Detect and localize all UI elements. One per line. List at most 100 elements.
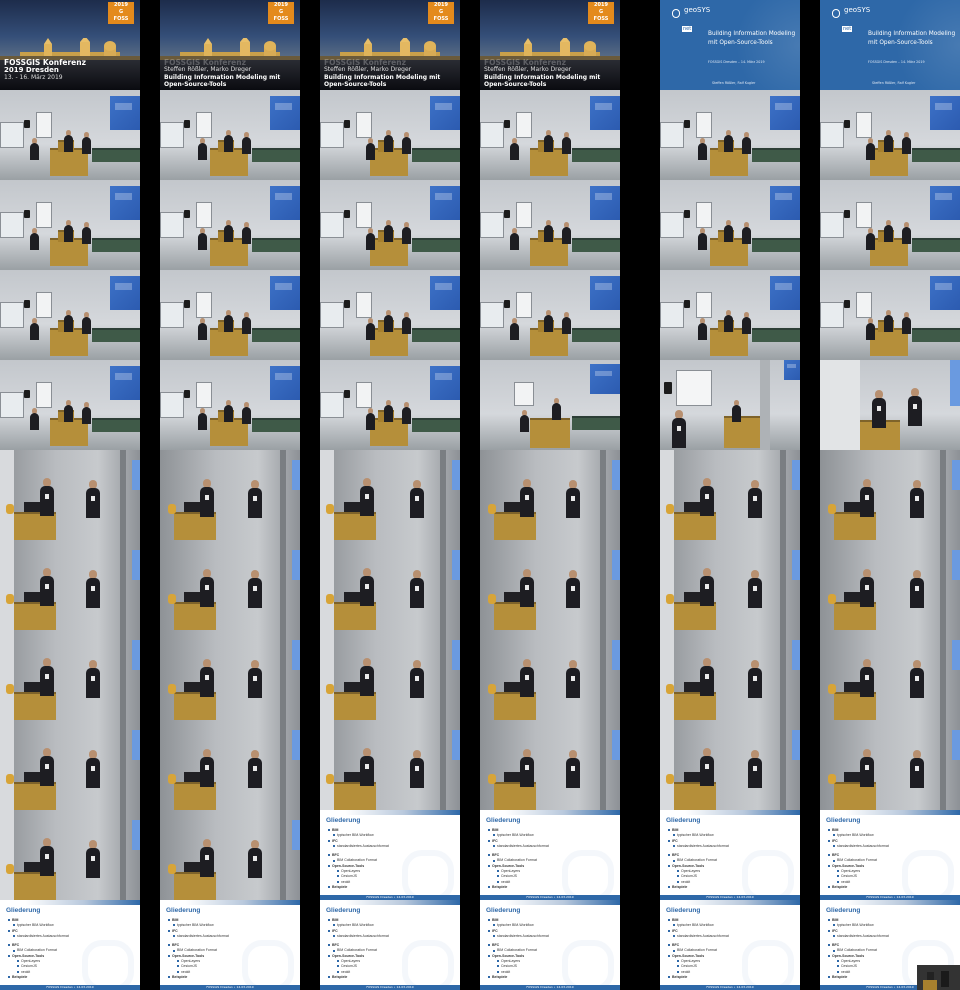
speaker-person xyxy=(360,658,374,696)
video-frame-thumbnail[interactable] xyxy=(320,720,460,810)
video-frame-thumbnail-small[interactable] xyxy=(917,965,960,990)
person-body xyxy=(86,578,100,608)
speaker-person xyxy=(700,748,714,786)
video-frame-thumbnail[interactable] xyxy=(160,720,300,810)
video-frame-thumbnail[interactable] xyxy=(480,720,620,810)
person-body xyxy=(724,315,733,332)
bullet-icon xyxy=(493,859,495,862)
bullet-icon xyxy=(328,839,330,842)
video-frame-thumbnail[interactable] xyxy=(820,180,960,270)
video-frame-thumbnail[interactable] xyxy=(320,450,460,540)
video-frame-thumbnail[interactable] xyxy=(480,90,620,180)
video-frame-thumbnail[interactable] xyxy=(0,720,140,810)
video-frame-thumbnail[interactable] xyxy=(320,360,460,450)
video-frame-thumbnail[interactable]: 2019 G FOSS FOSSGIS Konferenz Steffen Rößler… xyxy=(480,0,620,90)
bullet-icon xyxy=(488,839,490,842)
video-frame-thumbnail[interactable] xyxy=(0,90,140,180)
video-frame-thumbnail[interactable] xyxy=(660,180,800,270)
video-frame-thumbnail[interactable] xyxy=(0,360,140,450)
video-frame-thumbnail[interactable] xyxy=(320,270,460,360)
video-frame-thumbnail[interactable] xyxy=(160,630,300,720)
video-frame-thumbnail[interactable] xyxy=(0,180,140,270)
bullet-icon xyxy=(8,929,10,932)
video-frame-thumbnail[interactable] xyxy=(480,270,620,360)
video-frame-thumbnail[interactable] xyxy=(480,540,620,630)
speaker-box xyxy=(24,120,30,128)
video-frame-thumbnail[interactable] xyxy=(480,180,620,270)
speaker-box xyxy=(344,120,350,128)
video-frame-thumbnail[interactable] xyxy=(0,540,140,630)
video-frame-thumbnail[interactable]: geoSYS net Building Information Modeling m… xyxy=(660,0,800,90)
agenda-heading: Gliederung xyxy=(166,907,201,914)
video-frame-thumbnail[interactable]: Gliederung BIM typischer BIM-Workflow IFC st… xyxy=(660,810,800,900)
video-frame-thumbnail[interactable] xyxy=(660,450,800,540)
video-frame-thumbnail[interactable]: Gliederung BIM typischer BIM-Workflow IFC st… xyxy=(820,810,960,900)
speaker-person xyxy=(384,130,393,152)
video-frame-thumbnail[interactable] xyxy=(820,630,960,720)
speaker-person xyxy=(908,388,922,426)
video-frame-thumbnail[interactable] xyxy=(320,540,460,630)
speaker-person xyxy=(860,749,874,787)
video-frame-thumbnail[interactable]: Gliederung BIM typischer BIM-Workflow IFC st… xyxy=(160,900,300,990)
video-frame-thumbnail[interactable]: 2019 G FOSS FOSSGIS Konferenz 2019 Dresden 13… xyxy=(0,0,140,90)
person-body xyxy=(902,227,911,244)
video-frame-thumbnail[interactable] xyxy=(660,720,800,810)
lanyard-badge xyxy=(205,675,209,680)
video-frame-thumbnail[interactable] xyxy=(160,360,300,450)
video-frame-thumbnail[interactable]: Gliederung BIM typischer BIM-Workflow IFC st… xyxy=(660,900,800,990)
video-frame-thumbnail[interactable]: Gliederung BIM typischer BIM-Workflow IFC st… xyxy=(320,810,460,900)
speaker-person xyxy=(566,480,580,518)
video-frame-thumbnail[interactable] xyxy=(160,90,300,180)
video-frame-thumbnail[interactable]: 2019 G FOSS FOSSGIS Konferenz Steffen Rößler… xyxy=(320,0,460,90)
video-frame-thumbnail[interactable]: Gliederung BIM typischer BIM-Workflow IFC st… xyxy=(320,900,460,990)
video-frame-thumbnail[interactable]: Gliederung BIM typischer BIM-Workflow IFC st… xyxy=(480,810,620,900)
logo-text: G xyxy=(118,9,124,15)
video-frame-thumbnail[interactable] xyxy=(660,360,800,450)
video-frame-thumbnail[interactable] xyxy=(820,450,960,540)
video-frame-thumbnail[interactable] xyxy=(320,90,460,180)
skyline-shape xyxy=(44,38,52,44)
video-frame-thumbnail[interactable] xyxy=(480,630,620,720)
video-frame-thumbnail[interactable] xyxy=(320,180,460,270)
video-frame-thumbnail[interactable] xyxy=(820,90,960,180)
video-frame-thumbnail[interactable] xyxy=(160,180,300,270)
video-frame-thumbnail[interactable] xyxy=(480,360,620,450)
video-frame-thumbnail[interactable]: Gliederung BIM typischer BIM-Workflow IFC st… xyxy=(480,900,620,990)
video-frame-thumbnail[interactable] xyxy=(0,270,140,360)
projection-screen xyxy=(430,186,460,220)
video-frame-thumbnail[interactable] xyxy=(160,270,300,360)
video-frame-thumbnail[interactable] xyxy=(480,450,620,540)
person-body xyxy=(30,233,39,250)
video-frame-thumbnail[interactable] xyxy=(160,810,300,900)
agenda-heading: Gliederung xyxy=(666,817,701,824)
video-frame-thumbnail[interactable] xyxy=(660,630,800,720)
video-frame-thumbnail[interactable] xyxy=(660,540,800,630)
video-frame-thumbnail[interactable]: 2019 G FOSS FOSSGIS Konferenz Steffen Rößler… xyxy=(160,0,300,90)
lanyard-badge xyxy=(753,676,757,681)
agenda-item-text: Open-Source-Tools xyxy=(672,953,705,958)
video-frame-thumbnail[interactable]: Gliederung BIM typischer BIM-Workflow IFC st… xyxy=(0,900,140,990)
video-frame-thumbnail[interactable] xyxy=(820,360,960,450)
person-body xyxy=(200,757,214,787)
video-frame-thumbnail[interactable] xyxy=(660,270,800,360)
mascot-figure xyxy=(828,594,836,604)
video-frame-thumbnail[interactable]: geoSYS net Building Information Modeling m… xyxy=(820,0,960,90)
person-body xyxy=(64,135,73,152)
bullet-icon xyxy=(13,949,15,952)
video-frame-thumbnail[interactable] xyxy=(660,90,800,180)
agenda-item-text: Open-Source-Tools xyxy=(492,953,525,958)
bullet-icon xyxy=(333,844,335,847)
video-frame-thumbnail[interactable] xyxy=(0,450,140,540)
video-frame-thumbnail[interactable] xyxy=(820,720,960,810)
video-frame-thumbnail[interactable] xyxy=(820,270,960,360)
slide-header-bar xyxy=(660,900,800,905)
video-frame-thumbnail[interactable] xyxy=(820,540,960,630)
video-frame-thumbnail[interactable] xyxy=(0,810,140,900)
video-frame-thumbnail[interactable] xyxy=(160,450,300,540)
projection-screen xyxy=(452,730,460,760)
video-frame-thumbnail[interactable] xyxy=(160,540,300,630)
video-frame-thumbnail[interactable] xyxy=(320,630,460,720)
agenda-list: BIM typischer BIM-Workflow IFC standardisie… xyxy=(328,828,456,890)
bullet-icon xyxy=(328,886,330,889)
video-frame-thumbnail[interactable] xyxy=(0,630,140,720)
